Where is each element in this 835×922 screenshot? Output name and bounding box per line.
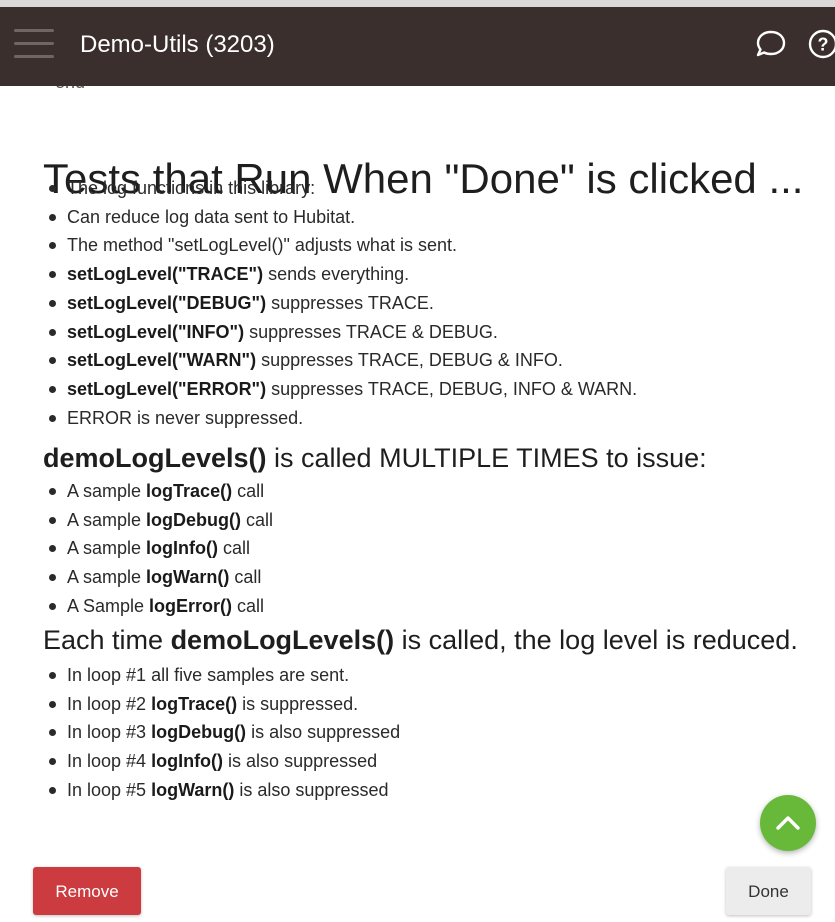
hamburger-menu-icon[interactable] xyxy=(14,27,54,61)
log-functions-list: The log functions in this library: Can re… xyxy=(43,174,637,432)
list-item: In loop #5 logWarn() is also suppressed xyxy=(43,776,400,805)
list-item: A sample logDebug() call xyxy=(43,506,273,535)
list-item-pre: A sample xyxy=(67,509,147,530)
list-item-bold: logTrace() xyxy=(151,693,238,714)
list-item-pre: In loop #5 xyxy=(67,779,152,800)
list-item-post: is also suppressed xyxy=(246,722,401,743)
status-strip xyxy=(0,0,835,7)
list-item: In loop #2 logTrace() is suppressed. xyxy=(43,690,400,719)
list-item-post: suppresses TRACE & DEBUG. xyxy=(244,321,498,342)
section-multiple-times-text: is called MULTIPLE TIMES to issue: xyxy=(266,443,707,473)
section-multiple-times: demoLogLevels() is called MULTIPLE TIMES… xyxy=(43,441,707,475)
list-item: setLogLevel("ERROR") suppresses TRACE, D… xyxy=(43,375,637,404)
list-item-bold: setLogLevel("DEBUG") xyxy=(67,292,267,313)
list-item-bold: logWarn() xyxy=(146,567,230,588)
list-item: Can reduce log data sent to Hubitat. xyxy=(43,203,637,232)
list-item-pre: A sample xyxy=(67,567,147,588)
list-item-bold: setLogLevel("INFO") xyxy=(67,321,245,342)
help-circle-icon[interactable]: ? xyxy=(806,27,835,61)
list-item-post: is suppressed. xyxy=(237,693,359,714)
main-content: end Tests that Run When "Done" is clicke… xyxy=(0,86,835,836)
list-item-bold: logWarn() xyxy=(151,779,235,800)
list-item-post: sends everything. xyxy=(263,264,410,285)
list-item-bold: logDebug() xyxy=(146,509,242,530)
list-item-bold: logError() xyxy=(149,595,233,616)
list-item-post: call xyxy=(232,595,265,616)
list-item: ERROR is never suppressed. xyxy=(43,404,637,433)
list-item-pre: In loop #1 all five samples are sent. xyxy=(67,665,350,685)
list-item-bold: setLogLevel("WARN") xyxy=(67,350,257,371)
list-item-post: is also suppressed xyxy=(223,751,378,772)
section-each-time-bold: demoLogLevels() xyxy=(170,625,395,655)
list-item-post: call xyxy=(241,509,274,530)
list-item: setLogLevel("TRACE") sends everything. xyxy=(43,260,637,289)
list-item-pre: ERROR is never suppressed. xyxy=(67,407,304,428)
list-item-pre: A sample xyxy=(67,538,147,559)
samples-list: A sample logTrace() call A sample logDebu… xyxy=(43,477,273,621)
list-item-post: suppresses TRACE, DEBUG, INFO & WARN. xyxy=(266,378,638,399)
list-item: In loop #1 all five samples are sent. xyxy=(43,661,400,690)
list-item-pre: A sample xyxy=(67,481,147,501)
list-item: A Sample logError() call xyxy=(43,592,273,621)
list-item-bold: logInfo() xyxy=(146,538,219,559)
done-button[interactable]: Done xyxy=(726,867,811,915)
chevron-up-icon xyxy=(776,816,800,830)
list-item: setLogLevel("DEBUG") suppresses TRACE. xyxy=(43,289,637,318)
list-item-bold: logTrace() xyxy=(146,481,233,501)
list-item: setLogLevel("WARN") suppresses TRACE, DE… xyxy=(43,346,637,375)
list-item-post: call xyxy=(232,481,265,501)
loops-list: In loop #1 all five samples are sent. In … xyxy=(43,661,400,805)
list-item-post: suppresses TRACE. xyxy=(266,292,434,313)
list-item-bold: logInfo() xyxy=(151,751,224,772)
list-item-pre: In loop #2 xyxy=(67,693,152,714)
app-bar: Demo-Utils (3203) ? xyxy=(0,7,835,86)
list-item-bold: setLogLevel("ERROR") xyxy=(67,378,267,399)
list-item: A sample logWarn() call xyxy=(43,563,273,592)
list-item: The log functions in this library: xyxy=(43,174,637,203)
list-item-post: is also suppressed xyxy=(234,779,389,800)
app-title: Demo-Utils (3203) xyxy=(80,31,275,58)
list-item-pre: The method "setLogLevel()" adjusts what … xyxy=(67,235,457,256)
scroll-top-button[interactable] xyxy=(760,795,816,851)
list-item-pre: A Sample xyxy=(67,595,150,616)
list-item-post: call xyxy=(229,567,262,588)
list-item-pre: In loop #4 xyxy=(67,751,152,772)
list-item: A sample logTrace() call xyxy=(43,477,273,506)
section-each-time-pre: Each time xyxy=(43,625,171,655)
chat-bubble-icon[interactable] xyxy=(754,27,788,61)
list-item-pre: Can reduce log data sent to Hubitat. xyxy=(67,206,356,227)
section-each-time: Each time demoLogLevels() is called, the… xyxy=(43,623,798,657)
list-item: In loop #3 logDebug() is also suppressed xyxy=(43,718,400,747)
list-item: The method "setLogLevel()" adjusts what … xyxy=(43,231,637,260)
list-item-bold: logDebug() xyxy=(151,722,247,743)
list-item-pre: The log functions in this library: xyxy=(67,178,316,198)
help-glyph: ? xyxy=(818,35,829,55)
list-item: setLogLevel("INFO") suppresses TRACE & D… xyxy=(43,318,637,347)
list-item-post: suppresses TRACE, DEBUG & INFO. xyxy=(256,350,563,371)
remove-button[interactable]: Remove xyxy=(33,867,141,915)
clipped-text: end xyxy=(55,86,85,93)
list-item-post: call xyxy=(218,538,251,559)
section-each-time-post: is called, the log level is reduced. xyxy=(394,625,798,655)
list-item-pre: In loop #3 xyxy=(67,722,152,743)
list-item: A sample logInfo() call xyxy=(43,534,273,563)
list-item: In loop #4 logInfo() is also suppressed xyxy=(43,747,400,776)
section-multiple-times-bold: demoLogLevels() xyxy=(43,443,267,473)
list-item-bold: setLogLevel("TRACE") xyxy=(67,264,264,285)
